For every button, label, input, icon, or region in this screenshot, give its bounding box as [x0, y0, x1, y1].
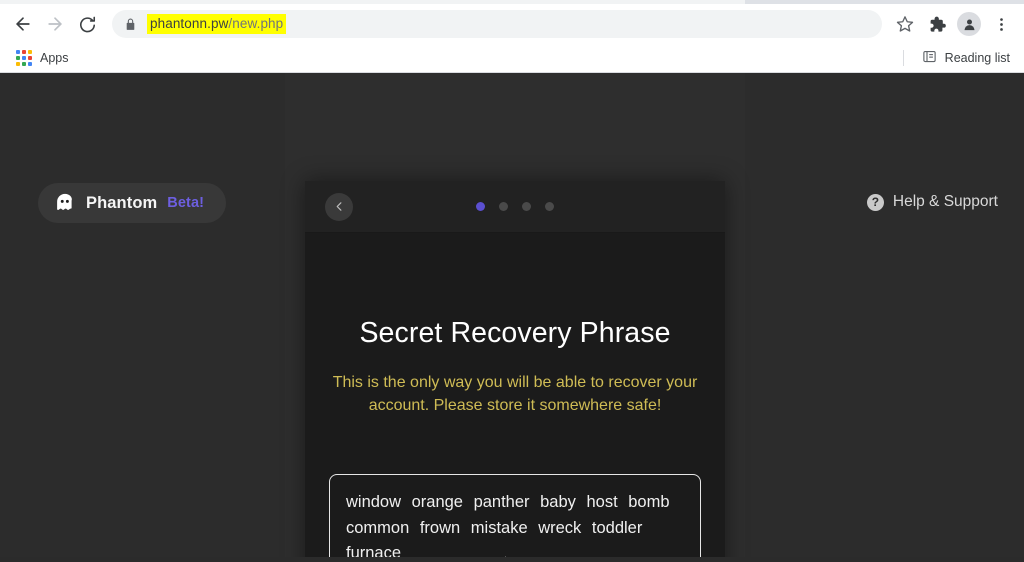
step-indicator-dots	[476, 202, 554, 211]
browser-chrome: phantonn.pw/new.php Apps Reading list	[0, 0, 1024, 73]
bookmark-reading-list[interactable]: Reading list	[916, 47, 1016, 69]
brand-name: Phantom	[86, 193, 158, 212]
bookmark-apps[interactable]: Apps	[10, 48, 75, 68]
phantom-brand-badge[interactable]: Phantom Beta!	[38, 183, 227, 223]
forward-button[interactable]	[40, 9, 70, 39]
brand-beta-tag: Beta!	[167, 195, 205, 211]
bookmarks-bar-right: Reading list	[902, 47, 1016, 69]
card-back-button[interactable]	[325, 192, 353, 221]
bookmarks-separator	[902, 50, 904, 66]
lock-icon	[124, 18, 137, 31]
extensions-icon[interactable]	[922, 9, 952, 39]
reading-list-icon	[922, 49, 937, 67]
seed-phrase-box[interactable]: window orange panther baby host bomb com…	[329, 474, 701, 557]
bookmarks-bar: Apps Reading list	[0, 44, 1024, 73]
page-content: Phantom Beta! ? Help & Support Secret Re…	[0, 73, 1024, 557]
step-dot-3[interactable]	[522, 202, 531, 211]
page-title: Secret Recovery Phrase	[359, 317, 671, 349]
card-body: Secret Recovery Phrase This is the only …	[305, 233, 725, 557]
help-support-label: Help & Support	[892, 193, 998, 210]
reload-button[interactable]	[72, 9, 102, 39]
phantom-ghost-icon	[54, 192, 76, 214]
bookmark-apps-label: Apps	[40, 51, 69, 65]
step-dot-1[interactable]	[476, 202, 485, 211]
help-support-link[interactable]: ? Help & Support	[866, 193, 998, 211]
step-dot-4[interactable]	[545, 202, 554, 211]
apps-grid-icon	[16, 50, 32, 66]
question-mark-circle-icon: ?	[866, 193, 884, 211]
browser-toolbar: phantonn.pw/new.php	[0, 4, 1024, 44]
bookmark-reading-list-label: Reading list	[944, 51, 1010, 65]
bookmark-star-button[interactable]	[890, 9, 920, 39]
step-dot-2[interactable]	[499, 202, 508, 211]
onboarding-card: Secret Recovery Phrase This is the only …	[305, 181, 725, 557]
browser-tabstrip	[0, 0, 1024, 4]
url-path: /new.php	[228, 15, 284, 31]
url-domain: phantonn.pw	[150, 15, 229, 31]
card-header	[305, 181, 725, 233]
profile-avatar[interactable]	[954, 9, 984, 39]
url-text: phantonn.pw/new.php	[147, 13, 287, 35]
address-bar[interactable]: phantonn.pw/new.php	[112, 10, 882, 38]
three-dot-menu-icon[interactable]	[986, 9, 1016, 39]
text-caret	[505, 555, 506, 557]
profile-avatar-icon	[957, 12, 981, 36]
seed-phrase-words: window orange panther baby host bomb com…	[346, 493, 670, 557]
warning-text: This is the only way you will be able to…	[332, 374, 698, 414]
back-button[interactable]	[8, 9, 38, 39]
